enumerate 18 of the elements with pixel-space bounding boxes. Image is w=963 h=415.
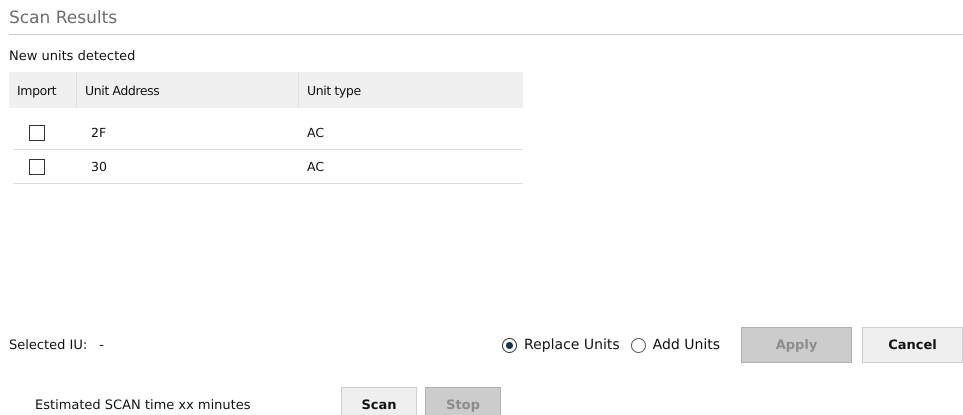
selected-iu-value: - (99, 338, 104, 352)
scan-time-text: Estimated SCAN time xx minutes (35, 398, 252, 412)
mode-radio[interactable]: Replace Units (502, 337, 620, 353)
table-cell: AC (307, 159, 324, 174)
import-checkbox[interactable] (29, 158, 45, 175)
action-button[interactable]: Cancel (862, 327, 963, 363)
column-header[interactable]: Import (9, 72, 77, 108)
section-title: Scan Results (9, 0, 963, 35)
scan-button[interactable]: Scan (341, 387, 417, 415)
table-cell: 30 (91, 159, 107, 174)
table-caption: New units detected (9, 49, 136, 64)
table-cell: AC (307, 125, 324, 140)
mode-radio[interactable]: Add Units (630, 337, 720, 353)
column-header[interactable]: Unit type (299, 72, 523, 108)
table-cell: 2F (91, 125, 106, 140)
import-checkbox[interactable] (29, 124, 45, 141)
selected-iu-label: Selected IU: (9, 338, 88, 352)
column-header[interactable]: Unit Address (77, 72, 299, 108)
